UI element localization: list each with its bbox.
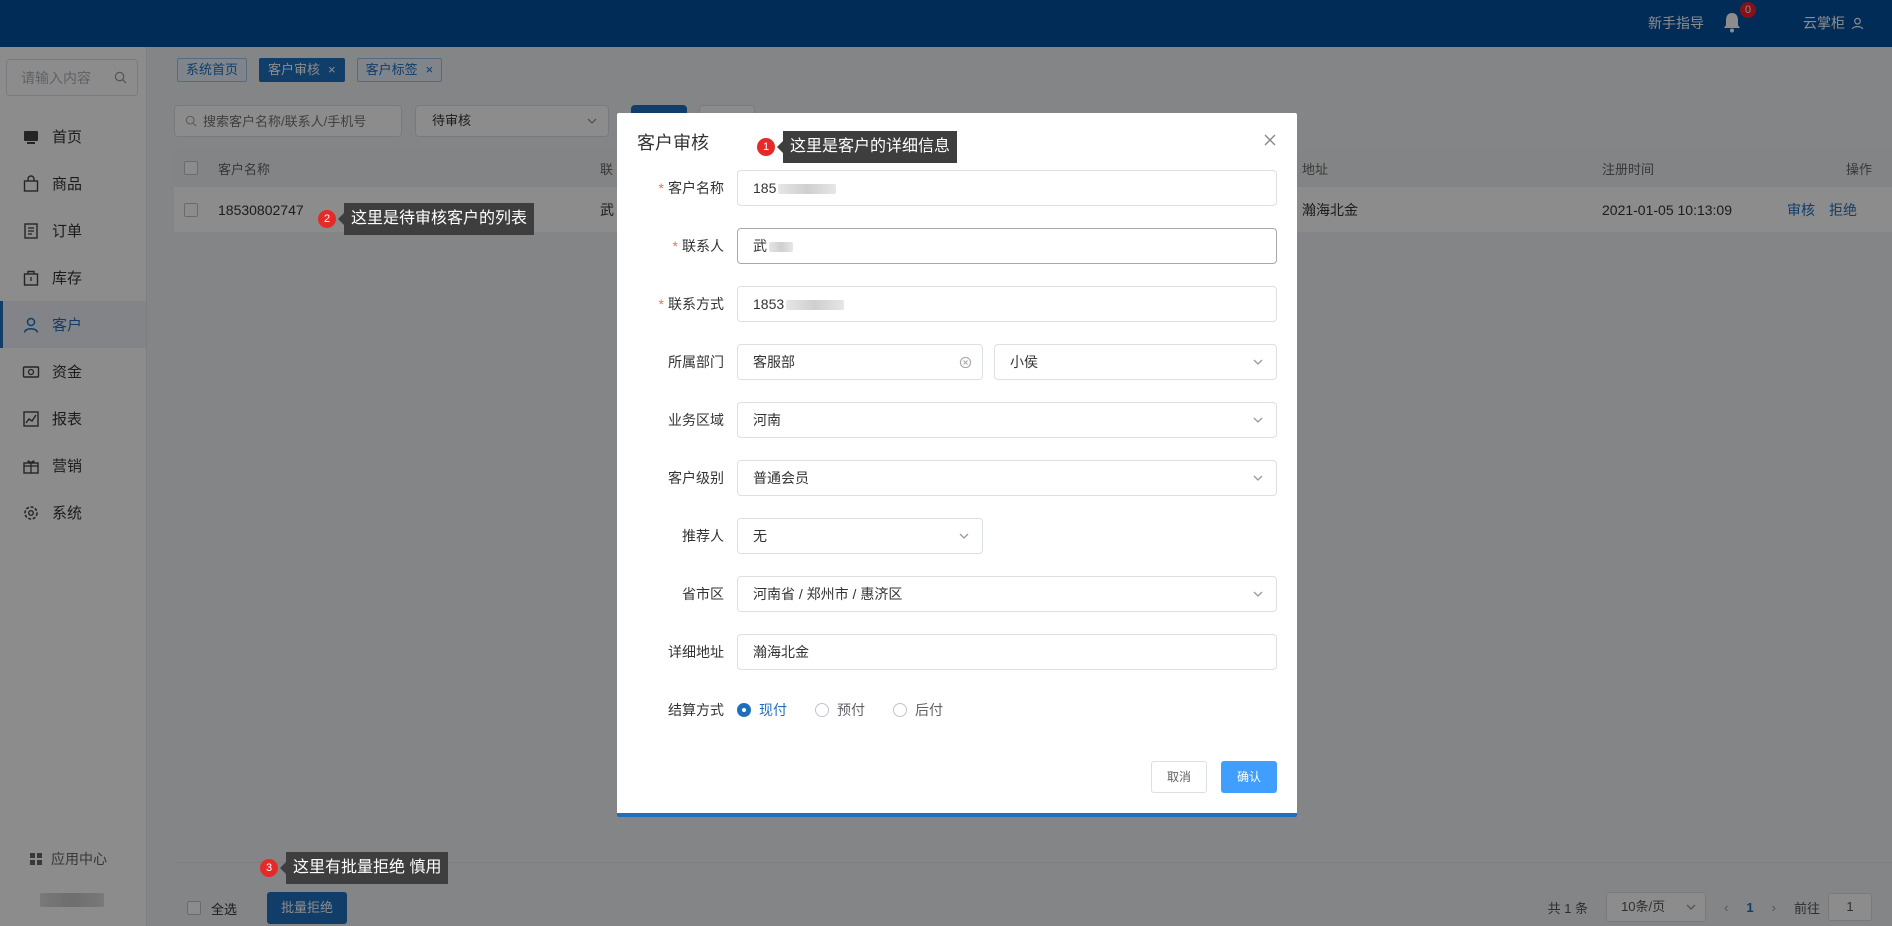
chevron-down-icon [1253,475,1263,481]
callout-text: 这里是待审核客户的列表 [337,203,535,235]
field-label: * 联系人 [672,238,724,254]
close-icon[interactable] [1263,133,1277,147]
field-contact: * 联系人 武 [617,228,1297,264]
redacted-text [786,300,845,311]
callout-number: 2 [318,210,336,228]
field-label: 推荐人 [682,528,724,544]
callout-number: 3 [260,859,278,877]
callout-text: 这里是客户的详细信息 [776,131,958,163]
callout-1: 1 这里是客户的详细信息 [757,131,958,163]
clear-icon[interactable] [959,356,972,369]
region-select[interactable]: 河南 [737,402,1277,438]
customer-review-dialog: 客户审核 * 客户名称 185 * 联系人 武 * 联系方式 1853 所属部门 客服… [617,113,1297,817]
chevron-down-icon [959,533,969,539]
field-label: 详细地址 [668,644,724,660]
radio-prepay[interactable]: 预付 [815,700,865,720]
phone-input[interactable]: 1853 [737,286,1277,322]
field-label: 省市区 [682,586,724,602]
field-label: 客户级别 [668,470,724,486]
field-province: 省市区 河南省 / 郑州市 / 惠济区 [617,576,1297,612]
field-label: 业务区域 [668,412,724,428]
province-cascader[interactable]: 河南省 / 郑州市 / 惠济区 [737,576,1277,612]
callout-2: 2 这里是待审核客户的列表 [318,203,535,235]
field-label: 所属部门 [668,354,724,370]
chevron-down-icon [1253,417,1263,423]
name-input[interactable]: 185 [737,170,1277,206]
field-label: 结算方式 [668,702,724,718]
field-referrer: 推荐人 无 [617,518,1297,554]
redacted-text [778,184,837,195]
radio-postpay[interactable]: 后付 [893,700,943,720]
field-dept: 所属部门 客服部 小侯 [617,344,1297,380]
contact-input[interactable]: 武 [737,228,1277,264]
staff-select[interactable]: 小侯 [994,344,1277,380]
radio-dot[interactable] [893,703,907,717]
chevron-down-icon [1253,359,1263,365]
redacted-text [769,242,793,253]
dept-select[interactable]: 客服部 [737,344,983,380]
callout-3: 3 这里有批量拒绝 慎用 [260,852,449,884]
field-phone: * 联系方式 1853 [617,286,1297,322]
callout-number: 1 [757,138,775,156]
level-select[interactable]: 普通会员 [737,460,1277,496]
chevron-down-icon [1253,591,1263,597]
field-name: * 客户名称 185 [617,170,1297,206]
callout-text: 这里有批量拒绝 慎用 [279,852,449,884]
address-input[interactable]: 瀚海北金 [737,634,1277,670]
radio-cash[interactable]: 现付 [737,700,787,720]
field-address: 详细地址 瀚海北金 [617,634,1297,670]
field-label: * 联系方式 [658,296,724,312]
radio-dot[interactable] [737,703,751,717]
radio-dot[interactable] [815,703,829,717]
field-level: 客户级别 普通会员 [617,460,1297,496]
confirm-button[interactable]: 确认 [1221,761,1277,793]
settle-radio-group: 现付 预付 后付 [737,692,943,728]
field-label: * 客户名称 [658,180,724,196]
dialog-title: 客户审核 [637,133,709,153]
referrer-select[interactable]: 无 [737,518,983,554]
field-region: 业务区域 河南 [617,402,1297,438]
cancel-button[interactable]: 取消 [1151,761,1207,793]
field-settle: 结算方式 现付 预付 后付 [617,692,1297,728]
